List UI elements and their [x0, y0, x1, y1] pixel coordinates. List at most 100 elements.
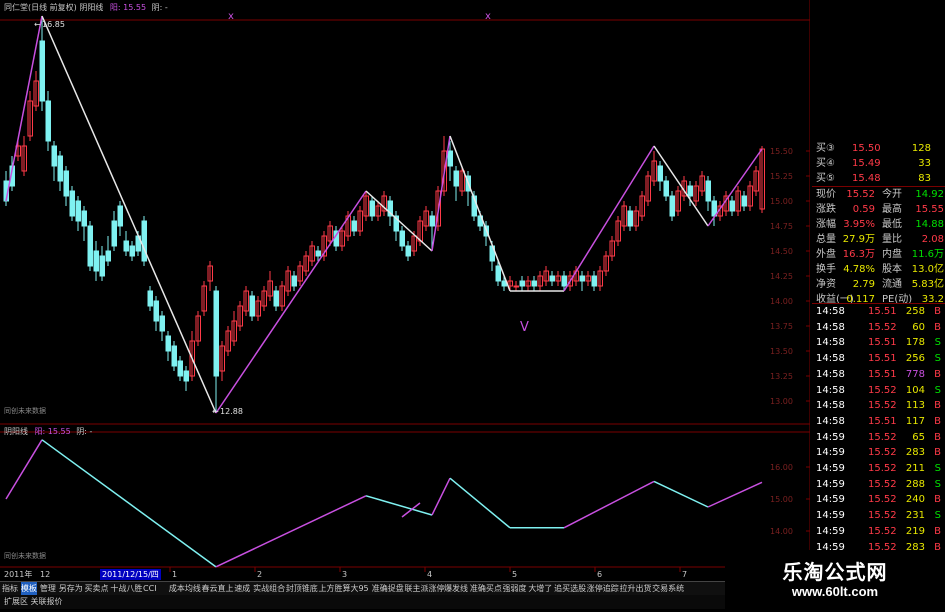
- tick-row: 14:59 15.52 211 S: [812, 461, 945, 476]
- stat-row: 外盘 16.3万 内盘 11.6万: [812, 247, 945, 262]
- tick-row: 14:59 15.52 231 S: [812, 508, 945, 523]
- candle-down: [705, 180, 711, 202]
- candle-down: [405, 245, 411, 257]
- stat-label: 换手: [816, 264, 836, 275]
- stat-label: 外盘: [816, 249, 836, 260]
- indicator-tab-bar: 指标 模板 管理 另存为 买卖点 十战八胜 CCI 成本均线 春云直上 速成 实战组合 封顶锥底 上方胜…: [0, 581, 812, 596]
- stat-label-2: 流通: [882, 279, 902, 290]
- indicator-tab[interactable]: 速成: [234, 582, 250, 596]
- tick-volume: 104: [905, 384, 925, 396]
- zigzag-down-segment: [449, 135, 511, 292]
- candle-down: [249, 295, 255, 317]
- tick-price: 15.52: [868, 447, 897, 459]
- tick-time: 14:58: [816, 415, 845, 427]
- indicator-tab[interactable]: 模板: [20, 582, 37, 596]
- tick-time: 14:58: [816, 368, 845, 380]
- stat-value: 15.52: [846, 189, 875, 200]
- candle-up: [513, 285, 519, 288]
- indicator-tab[interactable]: 追买选股: [554, 582, 586, 596]
- tick-side: B: [934, 306, 941, 317]
- tick-row: 14:59 15.52 288 S: [812, 477, 945, 492]
- candle-down: [369, 200, 375, 217]
- candle-down: [591, 275, 597, 287]
- stat-value: 3.95%: [843, 219, 875, 230]
- y-tick-label: 15.50: [770, 147, 793, 156]
- tick-volume: 283: [905, 447, 925, 459]
- tick-row: 14:58 15.51 778 B: [812, 367, 945, 382]
- candle-down: [153, 300, 159, 322]
- quote-panel: 买③ 15.50 128 买④ 15.49 33 买⑤ 15.48 83 现价 15.52 今开 14.…: [812, 138, 945, 553]
- indicator-tab[interactable]: 准确捉盘: [372, 582, 404, 596]
- indicator-tab[interactable]: 拉升出货: [619, 582, 651, 596]
- extension-bar: 扩展区 关联报价: [0, 595, 812, 609]
- high-arrow-icon: ←: [34, 20, 41, 29]
- indicator-tab[interactable]: 强弱度: [503, 582, 527, 596]
- sub-zigzag-line: [5, 439, 763, 568]
- zigzag-down-segment: [41, 15, 217, 414]
- sub-down-segment: [365, 495, 433, 516]
- candle-down: [663, 180, 669, 197]
- tick-side: S: [934, 353, 941, 365]
- candle-down: [729, 200, 735, 212]
- candle-down: [351, 220, 357, 232]
- tick-time: 14:59: [816, 478, 845, 490]
- sub-up-segment: [215, 495, 367, 568]
- chart-area[interactable]: 15.50 15.25 15.00 14.75 14.50 14.25 14.00 13.75…: [0, 0, 945, 609]
- stat-value: 16.3万: [842, 249, 875, 260]
- y-tick-label: 15.25: [770, 172, 793, 181]
- indicator-tab[interactable]: 管理: [40, 582, 56, 596]
- indicator-tab[interactable]: 大增了: [528, 582, 552, 596]
- site-url: www.60lt.com: [791, 584, 879, 599]
- indicator-tab[interactable]: 指标: [2, 582, 18, 596]
- tick-row: 14:58 15.51 258 B: [812, 304, 945, 319]
- tick-side: S: [934, 463, 941, 474]
- indicator-tab[interactable]: 涨停追踪: [587, 582, 619, 596]
- tick-price: 15.51: [868, 337, 897, 349]
- candle-down: [549, 275, 555, 282]
- candle-down: [81, 210, 87, 227]
- indicator-tab[interactable]: 另存为: [59, 582, 83, 596]
- indicator-tab[interactable]: 春云直上: [202, 582, 234, 596]
- chart-title: 同仁堂(日线 前复权) 阴阳线: [4, 3, 104, 12]
- indicator-tab[interactable]: 爆发线: [444, 582, 468, 596]
- candle-down: [579, 275, 585, 282]
- high-price-label: 16.85: [42, 20, 65, 29]
- indicator-tab[interactable]: 买卖点: [85, 582, 109, 596]
- stat-label: 涨幅: [816, 219, 836, 230]
- candle-down: [561, 275, 567, 287]
- candle-down: [429, 215, 435, 227]
- sub-chart-title: 阴阳线: [4, 427, 28, 436]
- tick-time: 14:59: [816, 510, 845, 522]
- sub-yin-label: 阴:: [76, 427, 87, 436]
- tick-row: 14:58 15.51 117 B: [812, 414, 945, 429]
- stat-value: 27.9万: [842, 234, 875, 245]
- extension-bar-label[interactable]: 扩展区 关联报价: [4, 597, 63, 606]
- tick-price: 15.52: [868, 494, 897, 506]
- kline-chart[interactable]: 15.50 15.25 15.00 14.75 14.50 14.25 14.00 13.75…: [0, 0, 945, 609]
- indicator-tab[interactable]: 上方胜算大95: [318, 582, 368, 596]
- tick-row: 14:59 15.52 65 B: [812, 430, 945, 445]
- indicator-tab[interactable]: 准确买点: [470, 582, 502, 596]
- tick-volume: 288: [905, 478, 925, 490]
- indicator-tab[interactable]: 封顶锥底: [286, 582, 318, 596]
- yang-value: 15.55: [123, 3, 147, 12]
- tick-price: 15.52: [868, 525, 897, 537]
- indicator-tab[interactable]: 实战组合: [253, 582, 285, 596]
- tick-volume: 117: [905, 415, 925, 427]
- tick-time: 14:59: [816, 447, 845, 459]
- bid-price: 15.50: [852, 143, 881, 154]
- bid-label: 买④: [816, 158, 835, 169]
- indicator-tab[interactable]: 联主派涨停: [404, 582, 444, 596]
- candle-down: [63, 170, 69, 197]
- stat-row: 涨跌 0.59 最高 15.55: [812, 202, 945, 217]
- sub-up-segment: [707, 481, 763, 508]
- zigzag-up-segment: [215, 190, 367, 414]
- candle-down: [291, 275, 297, 287]
- bid-price: 15.49: [852, 158, 881, 169]
- indicator-tab[interactable]: 交易系统: [652, 582, 684, 596]
- candle-down: [213, 290, 219, 377]
- indicator-tab[interactable]: CCI: [143, 582, 157, 596]
- bid-volume: 128: [911, 143, 931, 154]
- indicator-tab[interactable]: 十战八胜: [110, 582, 142, 596]
- indicator-tab[interactable]: 成本均线: [169, 582, 201, 596]
